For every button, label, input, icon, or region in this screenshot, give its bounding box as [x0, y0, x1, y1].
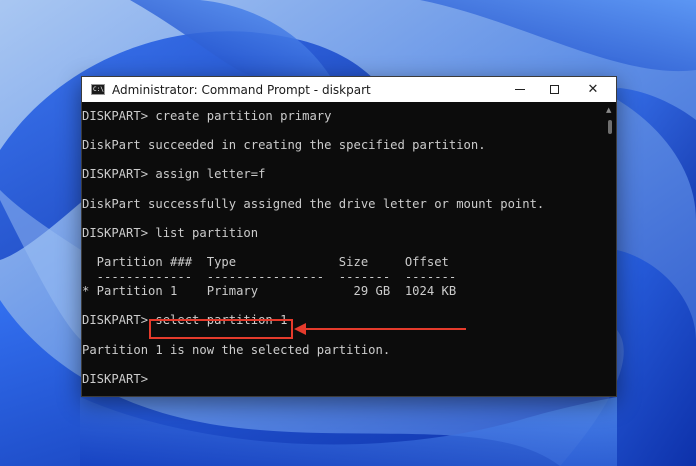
console-line: DiskPart succeeded in creating the speci… — [82, 138, 486, 153]
console-line: DISKPART> create partition primary — [82, 109, 332, 123]
console-line: * Partition 1 Primary 29 GB 1024 KB — [82, 284, 457, 299]
window-title: Administrator: Command Prompt - diskpart — [112, 82, 371, 97]
console-line: ------------- ---------------- ------- -… — [82, 269, 457, 284]
minimize-icon — [515, 89, 525, 90]
console-line: DISKPART> assign letter=f — [82, 167, 266, 182]
command-highlight-box — [149, 319, 293, 339]
cmd-icon: C:\ — [91, 84, 105, 95]
vertical-scrollbar[interactable]: ▲ — [604, 102, 616, 396]
console-line: Partition ### Type Size Offset — [82, 254, 449, 269]
scroll-up-arrow-icon[interactable]: ▲ — [606, 106, 611, 114]
scrollbar-thumb[interactable] — [608, 120, 612, 134]
close-icon: ✕ — [587, 82, 599, 97]
maximize-icon — [549, 85, 559, 94]
title-bar[interactable]: C:\ Administrator: Command Prompt - disk… — [82, 77, 616, 102]
console-line: Partition 1 is now the selected partitio… — [82, 342, 391, 357]
command-prompt-window[interactable]: C:\ Administrator: Command Prompt - disk… — [81, 76, 617, 397]
console-line: DISKPART> — [82, 371, 149, 386]
console-line: DiskPart successfully assigned the drive… — [82, 196, 545, 211]
maximize-button[interactable] — [537, 77, 571, 102]
close-button[interactable]: ✕ — [576, 77, 610, 102]
console-output[interactable]: DISKPART> create partition primary DiskPa… — [82, 102, 604, 396]
minimize-button[interactable] — [503, 77, 537, 102]
console-line: DISKPART> list partition — [82, 225, 259, 240]
annotation-arrow-icon — [294, 323, 466, 335]
